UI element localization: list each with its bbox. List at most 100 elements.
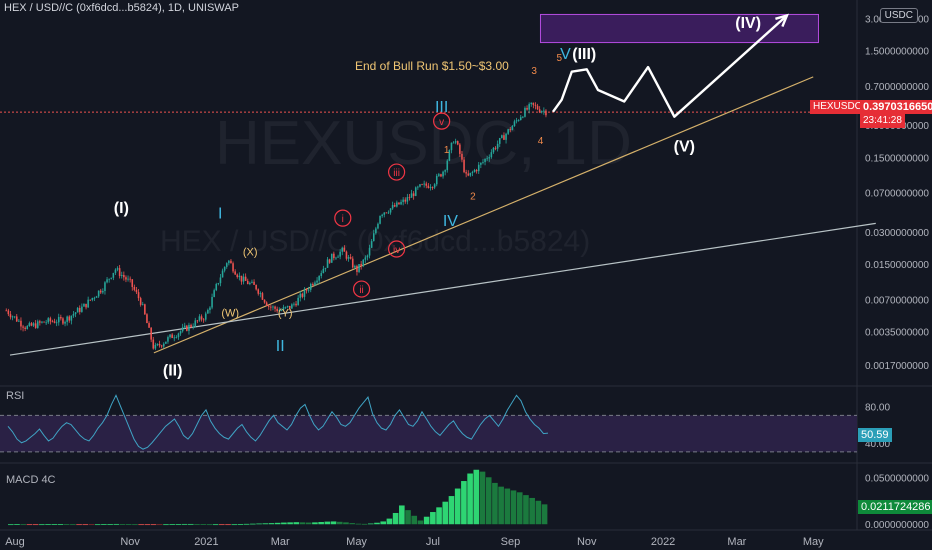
candle-body (505, 133, 507, 140)
candle-body (429, 187, 432, 188)
chart-svg: (I)(II)IIIIIIIVV (III)(IV)(V)(X)(W) (Y)123… (0, 0, 932, 548)
candle-body (452, 142, 455, 144)
x-tick-label: Jul (426, 536, 440, 548)
macd-bar (63, 524, 70, 525)
candle-body (28, 323, 31, 327)
x-tick-label: May (346, 536, 367, 548)
candle-body (316, 280, 318, 283)
macd-bar (541, 504, 548, 525)
candle-body (221, 270, 224, 278)
candle-body (379, 215, 381, 224)
candle-body (93, 297, 96, 299)
macd-bar (163, 524, 169, 526)
candle-body (488, 157, 491, 159)
candle-body (148, 323, 150, 328)
candle-body (81, 306, 83, 312)
candle-body (270, 306, 272, 308)
candle-body (135, 289, 138, 293)
candle-body (257, 289, 260, 294)
candle-body (192, 326, 194, 328)
candle-body (496, 143, 499, 149)
candle-body (129, 278, 131, 280)
macd-bar (430, 512, 436, 525)
candle-body (253, 281, 255, 285)
candle-body (333, 253, 335, 259)
candle-body (410, 193, 413, 198)
macd-bar (274, 522, 281, 525)
candle-body (259, 293, 262, 294)
candle-body (528, 104, 530, 110)
candle-body (351, 258, 354, 268)
candle-body (171, 334, 173, 338)
macd-bar (492, 482, 498, 525)
candle-body (412, 193, 415, 196)
x-tick-label: Nov (577, 536, 597, 548)
candle-body (131, 279, 134, 287)
candle-body (337, 256, 339, 258)
candle-body (87, 299, 89, 308)
candle-body (13, 316, 16, 318)
candle-body (181, 327, 184, 332)
candle-body (486, 158, 488, 160)
candle-body (274, 306, 276, 309)
wave-label-i: i (342, 214, 344, 225)
candle-body (473, 169, 476, 173)
candle-body (204, 313, 207, 320)
candle-body (442, 171, 444, 177)
macd-bar (355, 523, 362, 525)
currency-badge[interactable]: USDC (879, 8, 918, 23)
wave-label-iv: (IV) (735, 15, 761, 32)
symbol-header[interactable]: HEX / USD//C (0xf6dcd...b5824), 1D, UNIS… (4, 2, 239, 14)
wave-label-2: 2 (470, 192, 476, 203)
x-tick-label: 2021 (194, 536, 218, 548)
price-tick-label: 0.7000000000 (865, 82, 929, 93)
candle-body (9, 314, 12, 318)
candle-body (387, 212, 390, 214)
candle-body (402, 199, 404, 202)
macd-bar (349, 523, 355, 525)
candle-body (200, 316, 203, 320)
macd-bar (461, 481, 467, 525)
wave-label-iii: iii (393, 168, 400, 179)
candle-body (144, 304, 146, 315)
macd-bar (119, 524, 126, 525)
macd-bar (411, 515, 418, 525)
candle-body (72, 314, 75, 316)
candle-body (55, 322, 58, 324)
candle-body (22, 326, 24, 328)
candle-body (102, 291, 104, 293)
macd-bar (281, 522, 287, 525)
candle-body (95, 296, 98, 298)
macd-bar (194, 524, 200, 525)
macd-bar (200, 524, 207, 525)
candle-body (175, 337, 178, 338)
candle-body (26, 326, 29, 329)
macd-bar (39, 524, 45, 526)
candle-body (120, 274, 123, 276)
macd-pane-label[interactable]: MACD 4C (6, 474, 56, 486)
macd-bar (423, 516, 430, 525)
candle-body (389, 208, 392, 213)
candle-body (421, 184, 423, 186)
candle-body (406, 197, 409, 202)
candle-body (427, 185, 430, 188)
macd-bar (485, 477, 492, 525)
candle-body (385, 212, 388, 214)
macd-bar (101, 524, 107, 525)
x-tick-label: Aug (5, 536, 25, 548)
candle-body (545, 110, 547, 116)
rsi-pane-label[interactable]: RSI (6, 390, 24, 402)
macd-bar (107, 524, 113, 525)
x-tick-label: Nov (120, 536, 140, 548)
candle-body (217, 283, 220, 285)
macd-bar (392, 512, 399, 525)
macd-bar (473, 469, 480, 525)
candle-body (358, 264, 360, 272)
candle-body (89, 299, 92, 301)
macd-bar (57, 524, 64, 525)
macd-bar (225, 524, 231, 526)
wave-label-5: 5 (556, 53, 562, 64)
candle-body (396, 202, 398, 207)
candle-body (43, 321, 45, 323)
candle-body (154, 344, 157, 349)
